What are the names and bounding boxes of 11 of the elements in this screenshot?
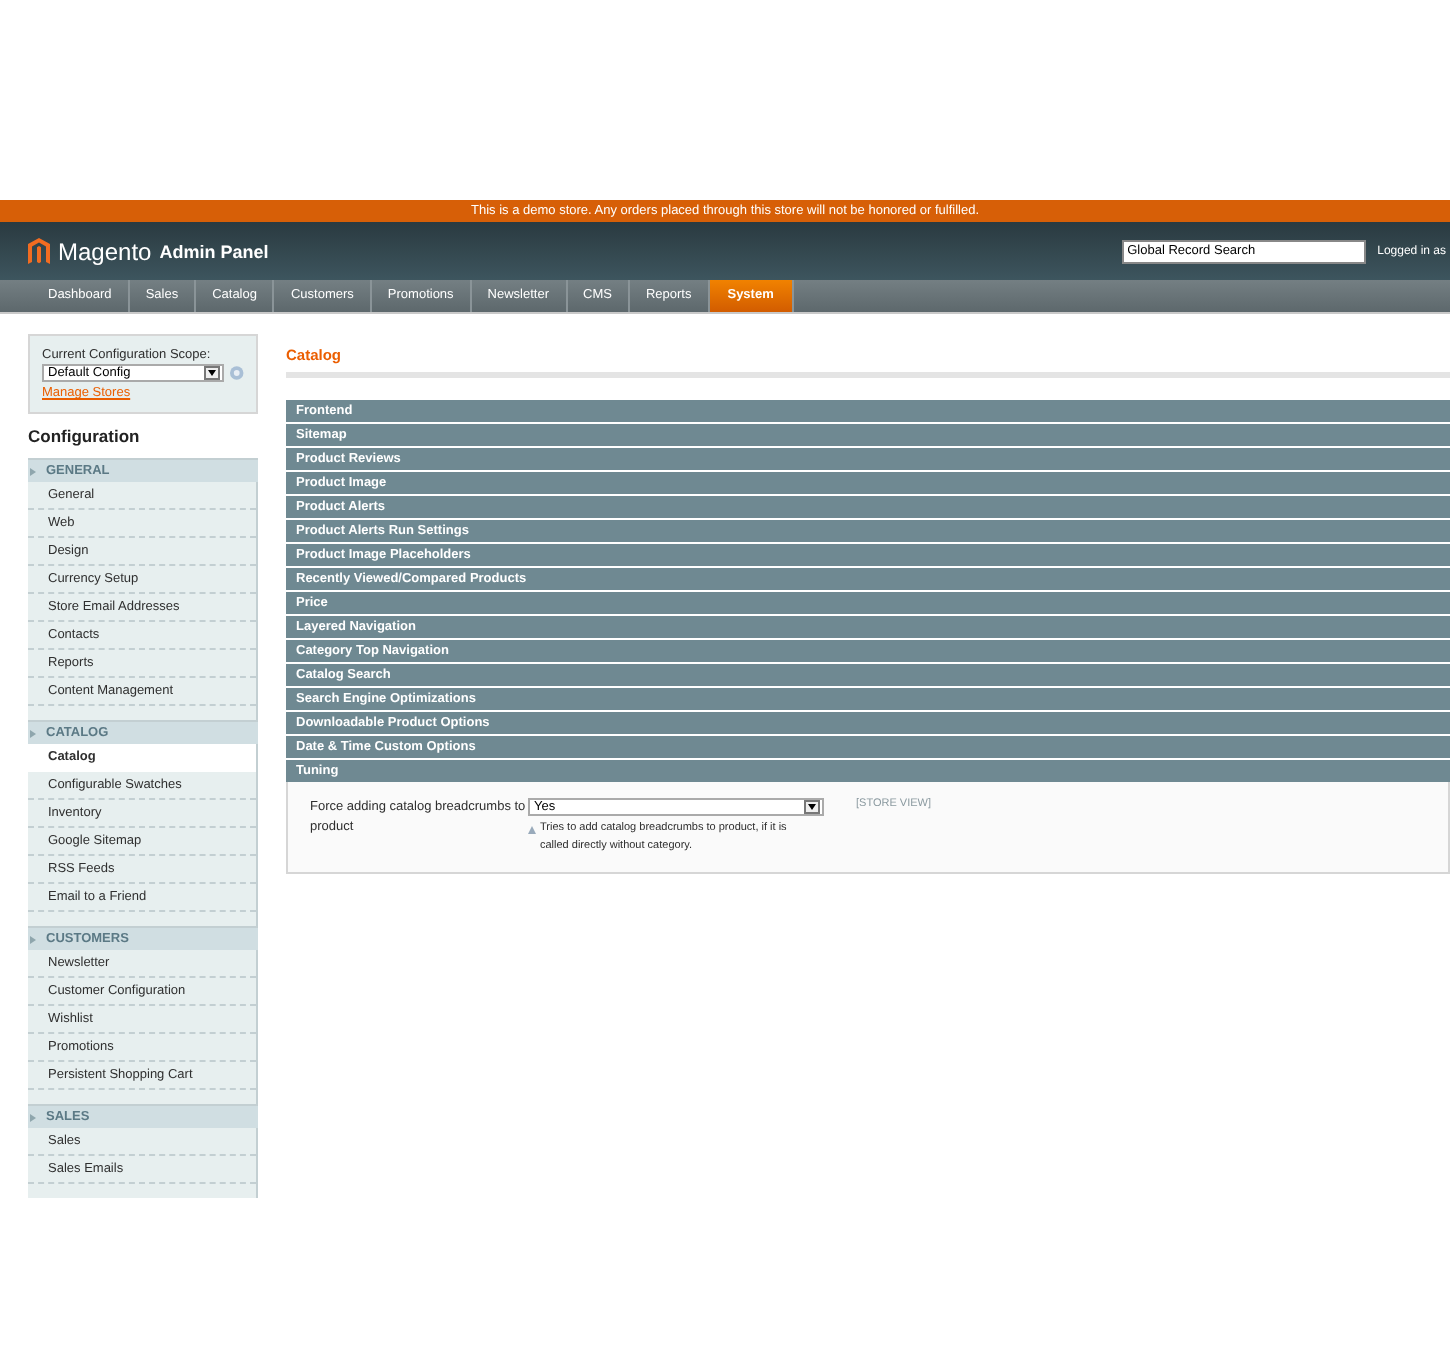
logo-text: Magento (58, 237, 152, 265)
hint-triangle-icon (528, 826, 536, 834)
expand-arrow-icon (30, 729, 36, 737)
expand-arrow-icon (30, 1113, 36, 1121)
logo-icon (28, 238, 50, 264)
expand-arrow-icon (30, 467, 36, 475)
logo-subtitle: Admin Panel (159, 241, 269, 261)
dropdown-arrow-icon[interactable] (804, 800, 820, 814)
dropdown-arrow-icon[interactable] (204, 366, 221, 380)
sidebar-title: Configuration (28, 424, 142, 450)
expand-arrow-icon (30, 935, 36, 943)
